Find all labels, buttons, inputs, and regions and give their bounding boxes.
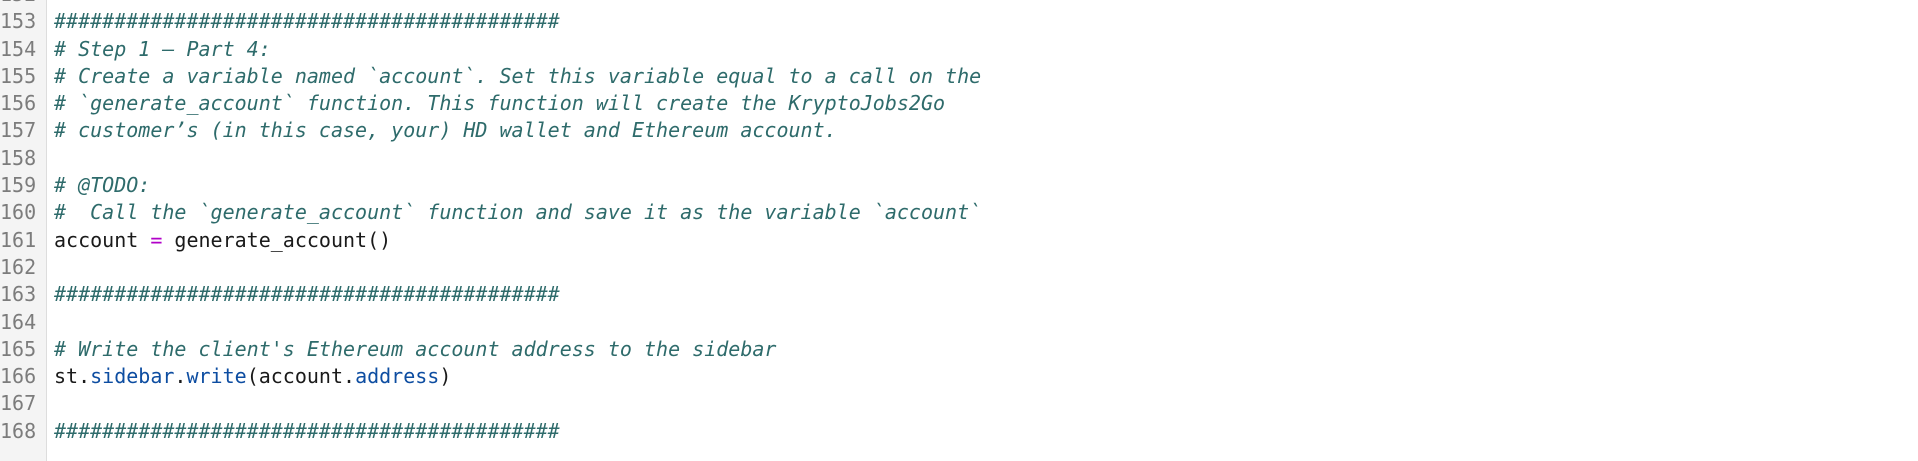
line-text: # Create a variable named `account`. Set… bbox=[54, 63, 981, 90]
line-number: 152 bbox=[0, 0, 36, 8]
line-number: 159 bbox=[0, 173, 37, 198]
line-text: account = generate_account() bbox=[54, 227, 391, 254]
code-line[interactable]: 156 # `generate_account` function. This f… bbox=[0, 90, 1918, 117]
code-token-comment: # Create a variable named `account`. Set… bbox=[54, 63, 982, 88]
line-number: 153 bbox=[0, 9, 37, 34]
code-line[interactable]: 152 bbox=[0, 0, 1918, 8]
line-number: 167 bbox=[0, 391, 37, 416]
line-text: ########################################… bbox=[54, 8, 560, 35]
code-token-plain: (account. bbox=[246, 364, 356, 389]
code-editor[interactable]: 152153 ##################################… bbox=[0, 0, 1918, 461]
code-line[interactable]: 164 bbox=[0, 309, 1918, 336]
code-token-plain: st. bbox=[54, 364, 91, 389]
line-text: st.sidebar.write(account.address) bbox=[54, 363, 451, 390]
code-line[interactable]: 161 account = generate_account() bbox=[0, 227, 1918, 254]
line-number: 160 bbox=[0, 200, 37, 225]
line-number: 156 bbox=[0, 91, 37, 116]
line-number: 168 bbox=[0, 418, 37, 443]
line-number: 165 bbox=[0, 336, 37, 361]
code-token-attr: sidebar bbox=[90, 364, 175, 389]
line-number: 164 bbox=[0, 309, 37, 334]
code-line[interactable]: 165 # Write the client's Ethereum account… bbox=[0, 336, 1918, 363]
code-token-attr: write bbox=[186, 364, 247, 389]
code-token-plain: account bbox=[54, 227, 151, 252]
code-token-comment: # Step 1 – Part 4: bbox=[54, 36, 271, 61]
line-number: 158 bbox=[0, 145, 37, 170]
code-token-comment: # @TODO: bbox=[54, 173, 151, 198]
code-token-attr: address bbox=[355, 364, 440, 389]
code-area[interactable]: 152153 ##################################… bbox=[0, 0, 1918, 445]
code-token-hash: ########################################… bbox=[54, 282, 560, 307]
code-line[interactable]: 154 # Step 1 – Part 4: bbox=[0, 36, 1918, 63]
code-line[interactable]: 158 bbox=[0, 145, 1918, 172]
code-line[interactable]: 157 # customer’s (in this case, your) HD … bbox=[0, 117, 1918, 144]
line-number: 166 bbox=[0, 364, 37, 389]
code-line[interactable]: 160 # Call the `generate_account` functio… bbox=[0, 199, 1918, 226]
code-token-plain: generate_account() bbox=[162, 227, 392, 252]
line-text: # Step 1 – Part 4: bbox=[54, 36, 271, 63]
line-number: 161 bbox=[0, 227, 37, 252]
line-text: # @TODO: bbox=[54, 172, 150, 199]
code-line[interactable]: 162 bbox=[0, 254, 1918, 281]
code-line[interactable]: 167 bbox=[0, 390, 1918, 417]
code-line[interactable]: 155 # Create a variable named `account`. … bbox=[0, 63, 1918, 90]
line-text: ########################################… bbox=[54, 418, 560, 445]
code-line[interactable]: 159 # @TODO: bbox=[0, 172, 1918, 199]
code-line[interactable]: 153 #####################################… bbox=[0, 8, 1918, 35]
line-number: 155 bbox=[0, 63, 37, 88]
code-token-comment: # customer’s (in this case, your) HD wal… bbox=[54, 118, 837, 143]
line-number: 163 bbox=[0, 282, 37, 307]
code-line[interactable]: 166 st.sidebar.write(account.address) bbox=[0, 363, 1918, 390]
code-token-plain: . bbox=[174, 364, 187, 389]
line-number: 154 bbox=[0, 36, 37, 61]
code-token-comment: # Call the `generate_account` function a… bbox=[54, 200, 982, 225]
line-text: # `generate_account` function. This func… bbox=[54, 90, 945, 117]
line-text: # Call the `generate_account` function a… bbox=[54, 199, 981, 226]
code-token-comment: # Write the client's Ethereum account ad… bbox=[54, 336, 777, 361]
code-token-comment: # `generate_account` function. This func… bbox=[54, 91, 946, 116]
line-text: # Write the client's Ethereum account ad… bbox=[54, 336, 776, 363]
code-token-hash: ########################################… bbox=[54, 9, 560, 34]
code-token-operator: = bbox=[150, 227, 163, 252]
code-line[interactable]: 163 #####################################… bbox=[0, 281, 1918, 308]
line-number: 162 bbox=[0, 254, 37, 279]
line-number: 157 bbox=[0, 118, 37, 143]
line-text: # customer’s (in this case, your) HD wal… bbox=[54, 117, 837, 144]
code-token-hash: ########################################… bbox=[54, 418, 560, 443]
code-line[interactable]: 168 #####################################… bbox=[0, 418, 1918, 445]
code-token-plain: ) bbox=[439, 364, 452, 389]
line-text: ########################################… bbox=[54, 281, 560, 308]
